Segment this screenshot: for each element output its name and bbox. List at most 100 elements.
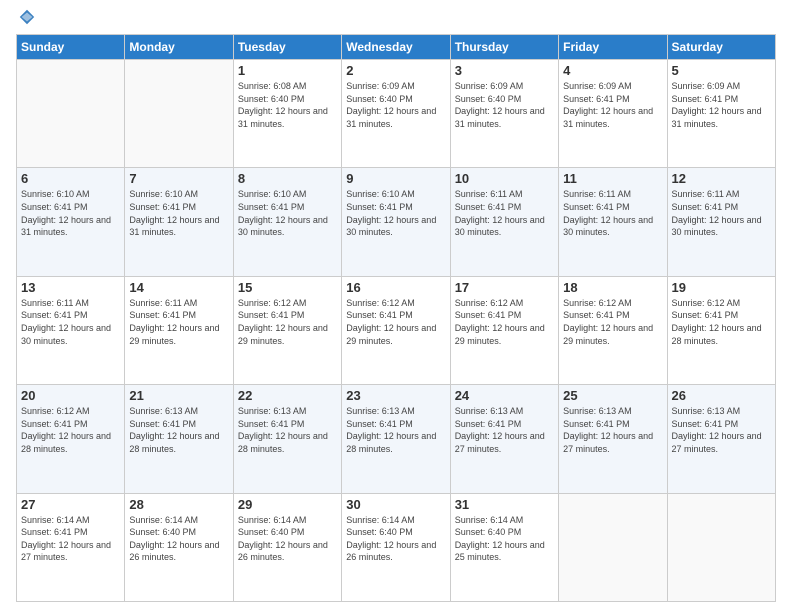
day-info: Sunrise: 6:08 AM Sunset: 6:40 PM Dayligh…: [238, 80, 337, 130]
day-number: 9: [346, 171, 445, 186]
weekday-header-friday: Friday: [559, 35, 667, 60]
day-number: 20: [21, 388, 120, 403]
day-info: Sunrise: 6:12 AM Sunset: 6:41 PM Dayligh…: [346, 297, 445, 347]
day-info: Sunrise: 6:09 AM Sunset: 6:40 PM Dayligh…: [346, 80, 445, 130]
day-number: 17: [455, 280, 554, 295]
calendar-cell: 18 Sunrise: 6:12 AM Sunset: 6:41 PM Dayli…: [559, 276, 667, 384]
day-number: 27: [21, 497, 120, 512]
weekday-header-wednesday: Wednesday: [342, 35, 450, 60]
day-number: 8: [238, 171, 337, 186]
calendar-cell: 6Sunrise: 6:10 AM Sunset: 6:41 PM Daylig…: [17, 168, 125, 276]
day-number: 31: [455, 497, 554, 512]
calendar-cell: 17 Sunrise: 6:12 AM Sunset: 6:41 PM Dayli…: [450, 276, 558, 384]
day-number: 3: [455, 63, 554, 78]
day-number: 24: [455, 388, 554, 403]
calendar-week-1: 1 Sunrise: 6:08 AM Sunset: 6:40 PM Daylig…: [17, 60, 776, 168]
calendar-cell: 24 Sunrise: 6:13 AM Sunset: 6:41 PM Dayli…: [450, 385, 558, 493]
calendar-cell: 9 Sunrise: 6:10 AM Sunset: 6:41 PM Daylig…: [342, 168, 450, 276]
day-info: Sunrise: 6:13 AM Sunset: 6:41 PM Dayligh…: [346, 405, 445, 455]
day-number: 11: [563, 171, 662, 186]
day-number: 25: [563, 388, 662, 403]
logo: [16, 10, 36, 26]
calendar-week-2: 6Sunrise: 6:10 AM Sunset: 6:41 PM Daylig…: [17, 168, 776, 276]
calendar-cell: 28 Sunrise: 6:14 AM Sunset: 6:40 PM Dayli…: [125, 493, 233, 601]
day-info: Sunrise: 6:14 AM Sunset: 6:40 PM Dayligh…: [455, 514, 554, 564]
calendar-cell: 25 Sunrise: 6:13 AM Sunset: 6:41 PM Dayli…: [559, 385, 667, 493]
day-number: 1: [238, 63, 337, 78]
day-number: 29: [238, 497, 337, 512]
calendar-table: SundayMondayTuesdayWednesdayThursdayFrid…: [16, 34, 776, 602]
day-info: Sunrise: 6:13 AM Sunset: 6:41 PM Dayligh…: [238, 405, 337, 455]
day-number: 5: [672, 63, 771, 78]
calendar-cell: 2Sunrise: 6:09 AM Sunset: 6:40 PM Daylig…: [342, 60, 450, 168]
calendar-cell: 7 Sunrise: 6:10 AM Sunset: 6:41 PM Daylig…: [125, 168, 233, 276]
day-info: Sunrise: 6:12 AM Sunset: 6:41 PM Dayligh…: [672, 297, 771, 347]
day-info: Sunrise: 6:10 AM Sunset: 6:41 PM Dayligh…: [21, 188, 120, 238]
day-number: 21: [129, 388, 228, 403]
day-info: Sunrise: 6:11 AM Sunset: 6:41 PM Dayligh…: [672, 188, 771, 238]
calendar-week-3: 13 Sunrise: 6:11 AM Sunset: 6:41 PM Dayli…: [17, 276, 776, 384]
calendar-cell: 23 Sunrise: 6:13 AM Sunset: 6:41 PM Dayli…: [342, 385, 450, 493]
calendar-week-5: 27 Sunrise: 6:14 AM Sunset: 6:41 PM Dayli…: [17, 493, 776, 601]
day-info: Sunrise: 6:14 AM Sunset: 6:40 PM Dayligh…: [238, 514, 337, 564]
calendar-cell: [559, 493, 667, 601]
day-number: 19: [672, 280, 771, 295]
day-number: 10: [455, 171, 554, 186]
day-number: 30: [346, 497, 445, 512]
calendar-cell: 21 Sunrise: 6:13 AM Sunset: 6:41 PM Dayli…: [125, 385, 233, 493]
calendar-cell: 13 Sunrise: 6:11 AM Sunset: 6:41 PM Dayli…: [17, 276, 125, 384]
day-info: Sunrise: 6:09 AM Sunset: 6:41 PM Dayligh…: [672, 80, 771, 130]
day-info: Sunrise: 6:12 AM Sunset: 6:41 PM Dayligh…: [455, 297, 554, 347]
weekday-header-sunday: Sunday: [17, 35, 125, 60]
calendar-cell: 19 Sunrise: 6:12 AM Sunset: 6:41 PM Dayli…: [667, 276, 775, 384]
day-number: 18: [563, 280, 662, 295]
day-info: Sunrise: 6:14 AM Sunset: 6:40 PM Dayligh…: [129, 514, 228, 564]
logo-icon: [18, 8, 36, 26]
day-info: Sunrise: 6:13 AM Sunset: 6:41 PM Dayligh…: [455, 405, 554, 455]
calendar-cell: 14 Sunrise: 6:11 AM Sunset: 6:41 PM Dayli…: [125, 276, 233, 384]
weekday-header-row: SundayMondayTuesdayWednesdayThursdayFrid…: [17, 35, 776, 60]
calendar-cell: [125, 60, 233, 168]
day-number: 22: [238, 388, 337, 403]
day-number: 12: [672, 171, 771, 186]
day-number: 28: [129, 497, 228, 512]
day-info: Sunrise: 6:13 AM Sunset: 6:41 PM Dayligh…: [129, 405, 228, 455]
day-info: Sunrise: 6:14 AM Sunset: 6:41 PM Dayligh…: [21, 514, 120, 564]
day-info: Sunrise: 6:13 AM Sunset: 6:41 PM Dayligh…: [672, 405, 771, 455]
calendar-cell: [667, 493, 775, 601]
day-info: Sunrise: 6:12 AM Sunset: 6:41 PM Dayligh…: [563, 297, 662, 347]
day-info: Sunrise: 6:14 AM Sunset: 6:40 PM Dayligh…: [346, 514, 445, 564]
calendar-cell: 27 Sunrise: 6:14 AM Sunset: 6:41 PM Dayli…: [17, 493, 125, 601]
calendar-cell: 4 Sunrise: 6:09 AM Sunset: 6:41 PM Daylig…: [559, 60, 667, 168]
calendar-cell: 8 Sunrise: 6:10 AM Sunset: 6:41 PM Daylig…: [233, 168, 341, 276]
calendar-cell: 11Sunrise: 6:11 AM Sunset: 6:41 PM Dayli…: [559, 168, 667, 276]
day-info: Sunrise: 6:12 AM Sunset: 6:41 PM Dayligh…: [238, 297, 337, 347]
day-number: 14: [129, 280, 228, 295]
calendar-cell: 29 Sunrise: 6:14 AM Sunset: 6:40 PM Dayli…: [233, 493, 341, 601]
day-info: Sunrise: 6:13 AM Sunset: 6:41 PM Dayligh…: [563, 405, 662, 455]
day-number: 26: [672, 388, 771, 403]
calendar-cell: 30 Sunrise: 6:14 AM Sunset: 6:40 PM Dayli…: [342, 493, 450, 601]
weekday-header-monday: Monday: [125, 35, 233, 60]
day-number: 4: [563, 63, 662, 78]
calendar-cell: 15 Sunrise: 6:12 AM Sunset: 6:41 PM Dayli…: [233, 276, 341, 384]
calendar-cell: 5 Sunrise: 6:09 AM Sunset: 6:41 PM Daylig…: [667, 60, 775, 168]
day-info: Sunrise: 6:10 AM Sunset: 6:41 PM Dayligh…: [346, 188, 445, 238]
calendar-week-4: 20 Sunrise: 6:12 AM Sunset: 6:41 PM Dayli…: [17, 385, 776, 493]
day-number: 13: [21, 280, 120, 295]
calendar-cell: 20 Sunrise: 6:12 AM Sunset: 6:41 PM Dayli…: [17, 385, 125, 493]
day-info: Sunrise: 6:11 AM Sunset: 6:41 PM Dayligh…: [21, 297, 120, 347]
day-number: 15: [238, 280, 337, 295]
day-number: 7: [129, 171, 228, 186]
calendar-cell: 10Sunrise: 6:11 AM Sunset: 6:41 PM Dayli…: [450, 168, 558, 276]
day-info: Sunrise: 6:11 AM Sunset: 6:41 PM Dayligh…: [129, 297, 228, 347]
day-info: Sunrise: 6:09 AM Sunset: 6:41 PM Dayligh…: [563, 80, 662, 130]
calendar-cell: [17, 60, 125, 168]
calendar-cell: 16Sunrise: 6:12 AM Sunset: 6:41 PM Dayli…: [342, 276, 450, 384]
day-info: Sunrise: 6:09 AM Sunset: 6:40 PM Dayligh…: [455, 80, 554, 130]
day-number: 23: [346, 388, 445, 403]
day-info: Sunrise: 6:12 AM Sunset: 6:41 PM Dayligh…: [21, 405, 120, 455]
day-info: Sunrise: 6:10 AM Sunset: 6:41 PM Dayligh…: [129, 188, 228, 238]
calendar-cell: 3 Sunrise: 6:09 AM Sunset: 6:40 PM Daylig…: [450, 60, 558, 168]
day-info: Sunrise: 6:10 AM Sunset: 6:41 PM Dayligh…: [238, 188, 337, 238]
